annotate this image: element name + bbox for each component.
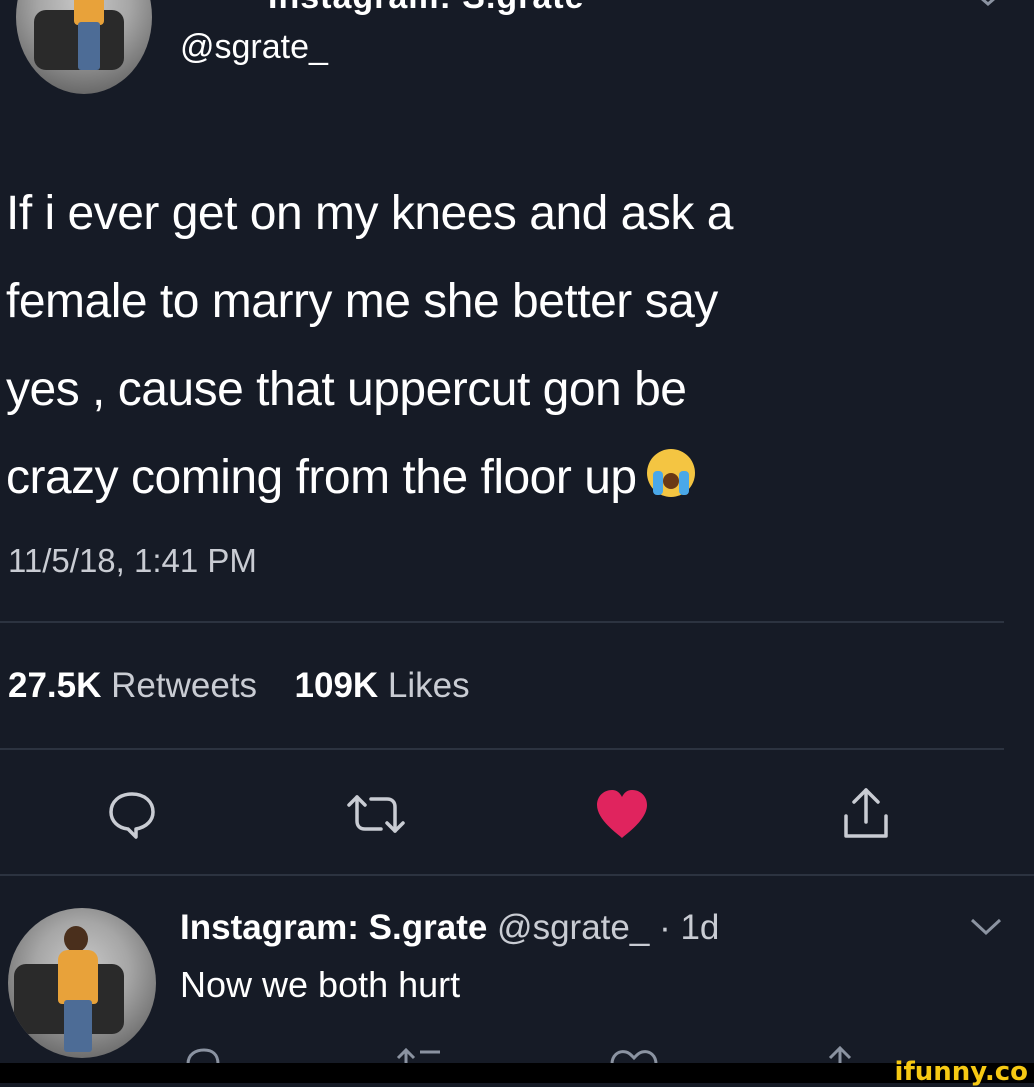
tweet-line-text: crazy coming from the floor up (6, 451, 637, 504)
chevron-down-icon[interactable] (968, 916, 1004, 938)
like-button[interactable] (590, 786, 654, 842)
tweet-line: yes , cause that uppercut gon be (6, 363, 687, 416)
reply-handle[interactable]: @sgrate_ (497, 908, 649, 947)
tweet-line-with-emoji: crazy coming from the floor up (6, 434, 966, 522)
reply-icon (109, 792, 155, 839)
likes-label[interactable]: Likes (388, 666, 470, 705)
bottom-strip (0, 1063, 1034, 1083)
reply-action-bar (186, 1045, 852, 1064)
heart-icon (597, 790, 647, 838)
reply-button[interactable] (100, 786, 164, 842)
reply-text: Now we both hurt (180, 964, 461, 1005)
engagement-stats: 27.5K Retweets 109K Likes (8, 666, 470, 706)
reply-header: Instagram: S.grate @sgrate_ · 1d (180, 908, 719, 948)
crying-face-emoji-icon (646, 449, 695, 497)
tweet-line: female to marry me she better say (6, 275, 718, 328)
chevron-down-icon[interactable] (968, 0, 1008, 10)
divider (0, 874, 1034, 876)
likes-count[interactable]: 109K (295, 666, 379, 705)
retweet-button[interactable] (340, 786, 412, 842)
display-name[interactable]: Instagram: S.grate (268, 0, 585, 17)
share-button[interactable] (836, 784, 896, 844)
tweet-text: If i ever get on my knees and ask a fema… (6, 170, 966, 522)
reply-age[interactable]: 1d (680, 908, 719, 947)
reply-display-name[interactable]: Instagram: S.grate (180, 908, 487, 947)
divider (0, 748, 1004, 750)
tweet-line: If i ever get on my knees and ask a (6, 187, 733, 240)
retweets-count[interactable]: 27.5K (8, 666, 101, 705)
share-icon (844, 788, 888, 838)
reply-avatar[interactable] (8, 908, 156, 1058)
reply-icon (186, 1048, 220, 1064)
divider (0, 621, 1004, 623)
share-icon (828, 1045, 852, 1064)
user-handle[interactable]: @sgrate_ (180, 28, 328, 67)
avatar[interactable] (16, 0, 152, 94)
retweets-label[interactable]: Retweets (111, 666, 257, 705)
tweet-timestamp[interactable]: 11/5/18, 1:41 PM (8, 542, 257, 580)
retweet-icon (347, 795, 405, 833)
retweet-icon (396, 1047, 440, 1064)
separator-dot: · (659, 908, 671, 947)
